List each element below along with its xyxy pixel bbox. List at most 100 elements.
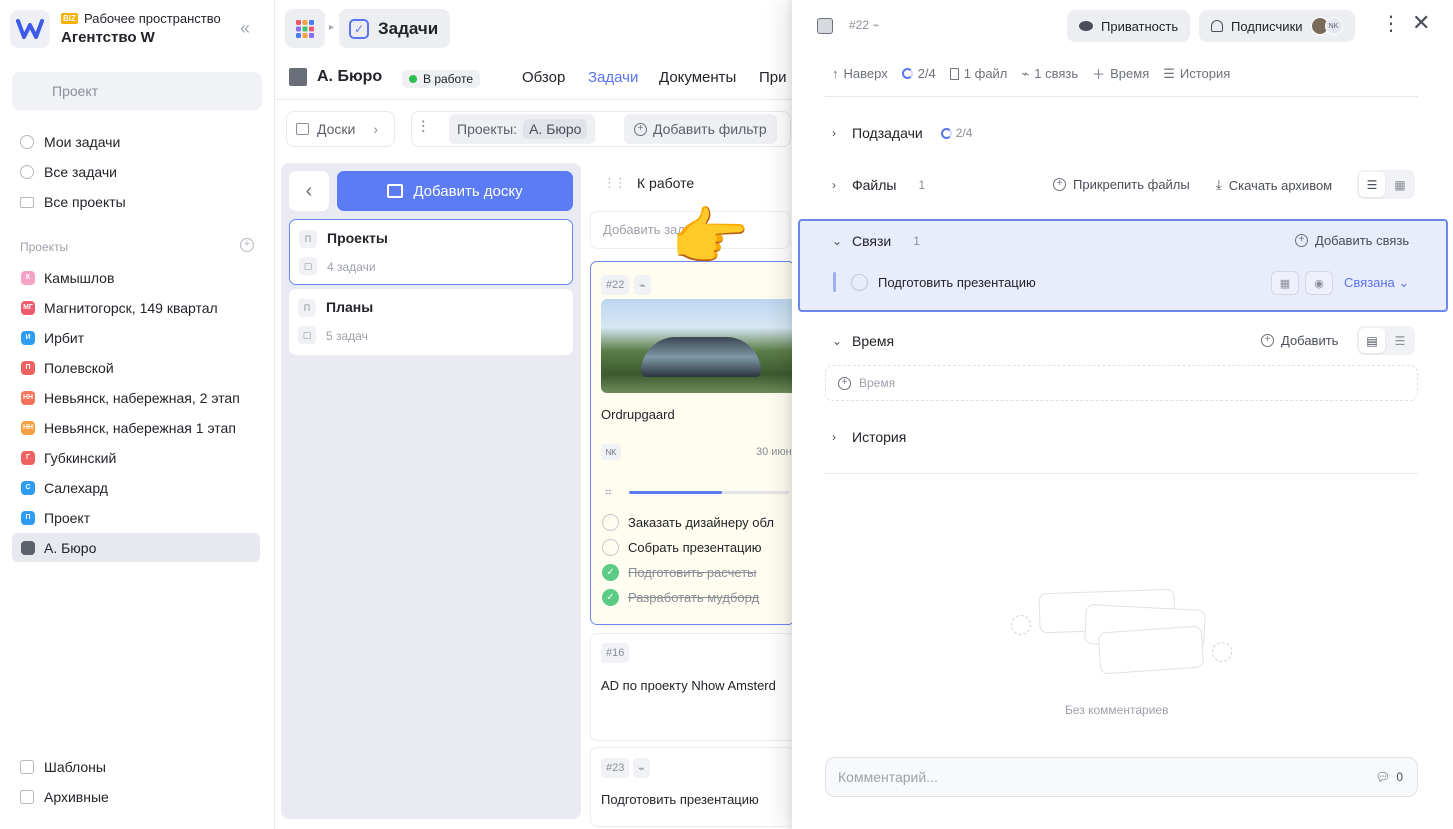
sidebar: BIZ Рабочее пространство Агентство W « П…: [0, 0, 275, 829]
add-project-icon[interactable]: +: [240, 238, 254, 252]
add-board-button[interactable]: Добавить доску: [337, 171, 573, 211]
sidebar-project-item[interactable]: НН Невьянск, набережная 1 этап: [12, 413, 260, 442]
tab-tasks[interactable]: Задачи: [588, 69, 638, 86]
drag-handle-icon[interactable]: ⋮⋮: [603, 175, 627, 191]
tab-overview[interactable]: Обзор: [522, 69, 565, 86]
timeline-view-icon[interactable]: ▤: [1359, 328, 1385, 353]
files-view-toggle[interactable]: ☰ ▦: [1357, 170, 1415, 199]
meta-files[interactable]: 1 файл: [949, 66, 1007, 81]
nav-all-tasks[interactable]: Все задачи: [20, 159, 117, 185]
subtasks-section-header[interactable]: › Подзадачи 2/4: [832, 125, 972, 141]
subtask-label: Заказать дизайнеру обл: [628, 515, 774, 530]
subtask-item[interactable]: Собрать презентацию: [602, 539, 762, 556]
grid-view-icon[interactable]: ▦: [1387, 172, 1413, 197]
link-icon: ⌁: [1021, 65, 1030, 81]
add-link-label: Добавить связь: [1315, 233, 1410, 248]
sidebar-project-item[interactable]: МГ Магнитогорск, 149 квартал: [12, 293, 260, 322]
relation-dropdown[interactable]: Связана ⌄: [1344, 275, 1409, 291]
filter-settings-icon[interactable]: ⫶: [421, 118, 425, 138]
workspace-logo[interactable]: [10, 10, 50, 48]
panel-task-id[interactable]: #22 ⌁: [849, 18, 880, 32]
nav-label: Все задачи: [44, 164, 117, 180]
board-card[interactable]: П Проекты ▢ 4 задачи: [289, 219, 573, 285]
meta-up[interactable]: ↑ Наверх: [832, 66, 888, 81]
download-archive-label: Скачать архивом: [1228, 177, 1333, 193]
files-section-header[interactable]: › Файлы 1: [832, 177, 925, 193]
subscriber-avatars: NK: [1310, 17, 1343, 35]
linked-task[interactable]: Подготовить презентацию: [851, 274, 1036, 291]
progress-ring-icon: [940, 127, 952, 139]
nav-my-tasks[interactable]: Мои задачи: [20, 129, 120, 155]
list-view-icon[interactable]: ☰: [1359, 172, 1385, 197]
sidebar-project-item[interactable]: Г Губкинский: [12, 443, 260, 472]
board-subtitle: 4 задачи: [327, 260, 376, 274]
history-section-header[interactable]: › История: [832, 429, 906, 445]
more-options-icon[interactable]: ⋮: [1381, 14, 1401, 34]
list-view-icon[interactable]: ☰: [1387, 328, 1413, 353]
subtask-item[interactable]: ✓ Разработать мудборд: [602, 589, 759, 606]
time-section-header[interactable]: ⌄ Время: [832, 333, 894, 349]
boards-toggle-button[interactable]: Доски ›: [286, 111, 395, 147]
tab-documents[interactable]: Документы: [659, 69, 736, 86]
nav-archived[interactable]: Архивные: [20, 789, 109, 805]
task-status-icon[interactable]: [817, 18, 833, 34]
project-badge: НН: [21, 420, 35, 435]
privacy-label: Приватность: [1101, 18, 1179, 34]
meta-links[interactable]: ⌁ 1 связь: [1021, 66, 1078, 82]
privacy-button[interactable]: Приватность: [1067, 10, 1191, 42]
task-status-circle[interactable]: [851, 274, 868, 291]
project-badge: К: [21, 270, 35, 285]
back-button[interactable]: ‹: [289, 171, 329, 211]
board-card[interactable]: П Планы ▢ 5 задач: [289, 289, 573, 355]
meta-history[interactable]: ☰ История: [1163, 66, 1230, 82]
subtask-item[interactable]: Заказать дизайнеру обл: [602, 514, 774, 531]
subscribers-button[interactable]: Подписчики NK: [1199, 10, 1355, 42]
status-badge[interactable]: В работе: [402, 70, 481, 88]
apps-menu-button[interactable]: [285, 9, 325, 48]
divider: [825, 96, 1418, 97]
column-header[interactable]: ⋮⋮ К работе: [603, 175, 694, 191]
task-status-circle[interactable]: [602, 539, 619, 556]
sidebar-project-item[interactable]: П Полевской: [12, 353, 260, 382]
project-label: А. Бюро: [44, 539, 97, 556]
nav-templates[interactable]: Шаблоны: [20, 759, 106, 775]
sidebar-project-item[interactable]: И Ирбит: [12, 323, 260, 352]
meta-time[interactable]: ＋ Время: [1092, 64, 1149, 83]
download-archive-button[interactable]: ⤓ Скачать архивом: [1216, 177, 1332, 193]
project-title: А. Бюро: [289, 68, 382, 86]
check-done-icon[interactable]: ✓: [602, 589, 619, 606]
calendar-icon[interactable]: ▦: [1271, 271, 1299, 295]
tab-more[interactable]: При: [759, 69, 787, 86]
task-status-circle[interactable]: [602, 514, 619, 531]
section-chip[interactable]: ✓ Задачи: [339, 9, 450, 48]
add-time-button[interactable]: + Добавить: [1261, 333, 1338, 348]
assignee-icon[interactable]: ◉: [1305, 271, 1333, 295]
time-entry-input[interactable]: + Время: [825, 365, 1418, 401]
task-cover-image: [601, 299, 801, 393]
sidebar-project-item[interactable]: А. Бюро: [12, 533, 260, 562]
meta-subtasks[interactable]: 2/4: [901, 66, 936, 81]
nav-all-projects[interactable]: Все проекты: [20, 189, 126, 215]
time-view-toggle[interactable]: ▤ ☰: [1357, 326, 1415, 355]
attach-files-button[interactable]: + Прикрепить файлы: [1053, 177, 1190, 192]
workspace-name[interactable]: Агентство W: [61, 29, 155, 46]
sidebar-project-item[interactable]: К Камышлов: [12, 263, 260, 292]
project-filter[interactable]: Проекты: А. Бюро: [449, 114, 596, 144]
links-section-header[interactable]: ⌄ Связи 1: [832, 233, 920, 249]
sidebar-project-item[interactable]: С Салехард: [12, 473, 260, 502]
collapse-sidebar-icon[interactable]: «: [240, 18, 250, 39]
close-icon[interactable]: ✕: [1412, 12, 1430, 34]
add-filter-button[interactable]: + Добавить фильтр: [624, 114, 777, 144]
subtask-item[interactable]: ✓ Подготовить расчеты: [602, 564, 757, 581]
chevron-down-icon: ⌄: [832, 234, 843, 248]
pointing-hand-icon: 👉: [670, 201, 750, 273]
sidebar-project-item[interactable]: НН Невьянск, набережная, 2 этап: [12, 383, 260, 412]
sidebar-project-item[interactable]: П Проект: [12, 503, 260, 532]
projects-section-title: Проекты: [20, 240, 69, 254]
add-link-button[interactable]: + Добавить связь: [1295, 233, 1409, 248]
search-input[interactable]: Проект: [12, 72, 262, 110]
comment-input[interactable]: Комментарий... 💬︎ 0: [825, 757, 1418, 797]
section-title: Подзадачи: [852, 125, 923, 141]
check-done-icon[interactable]: ✓: [602, 564, 619, 581]
assignee-avatar[interactable]: NK: [601, 444, 621, 460]
